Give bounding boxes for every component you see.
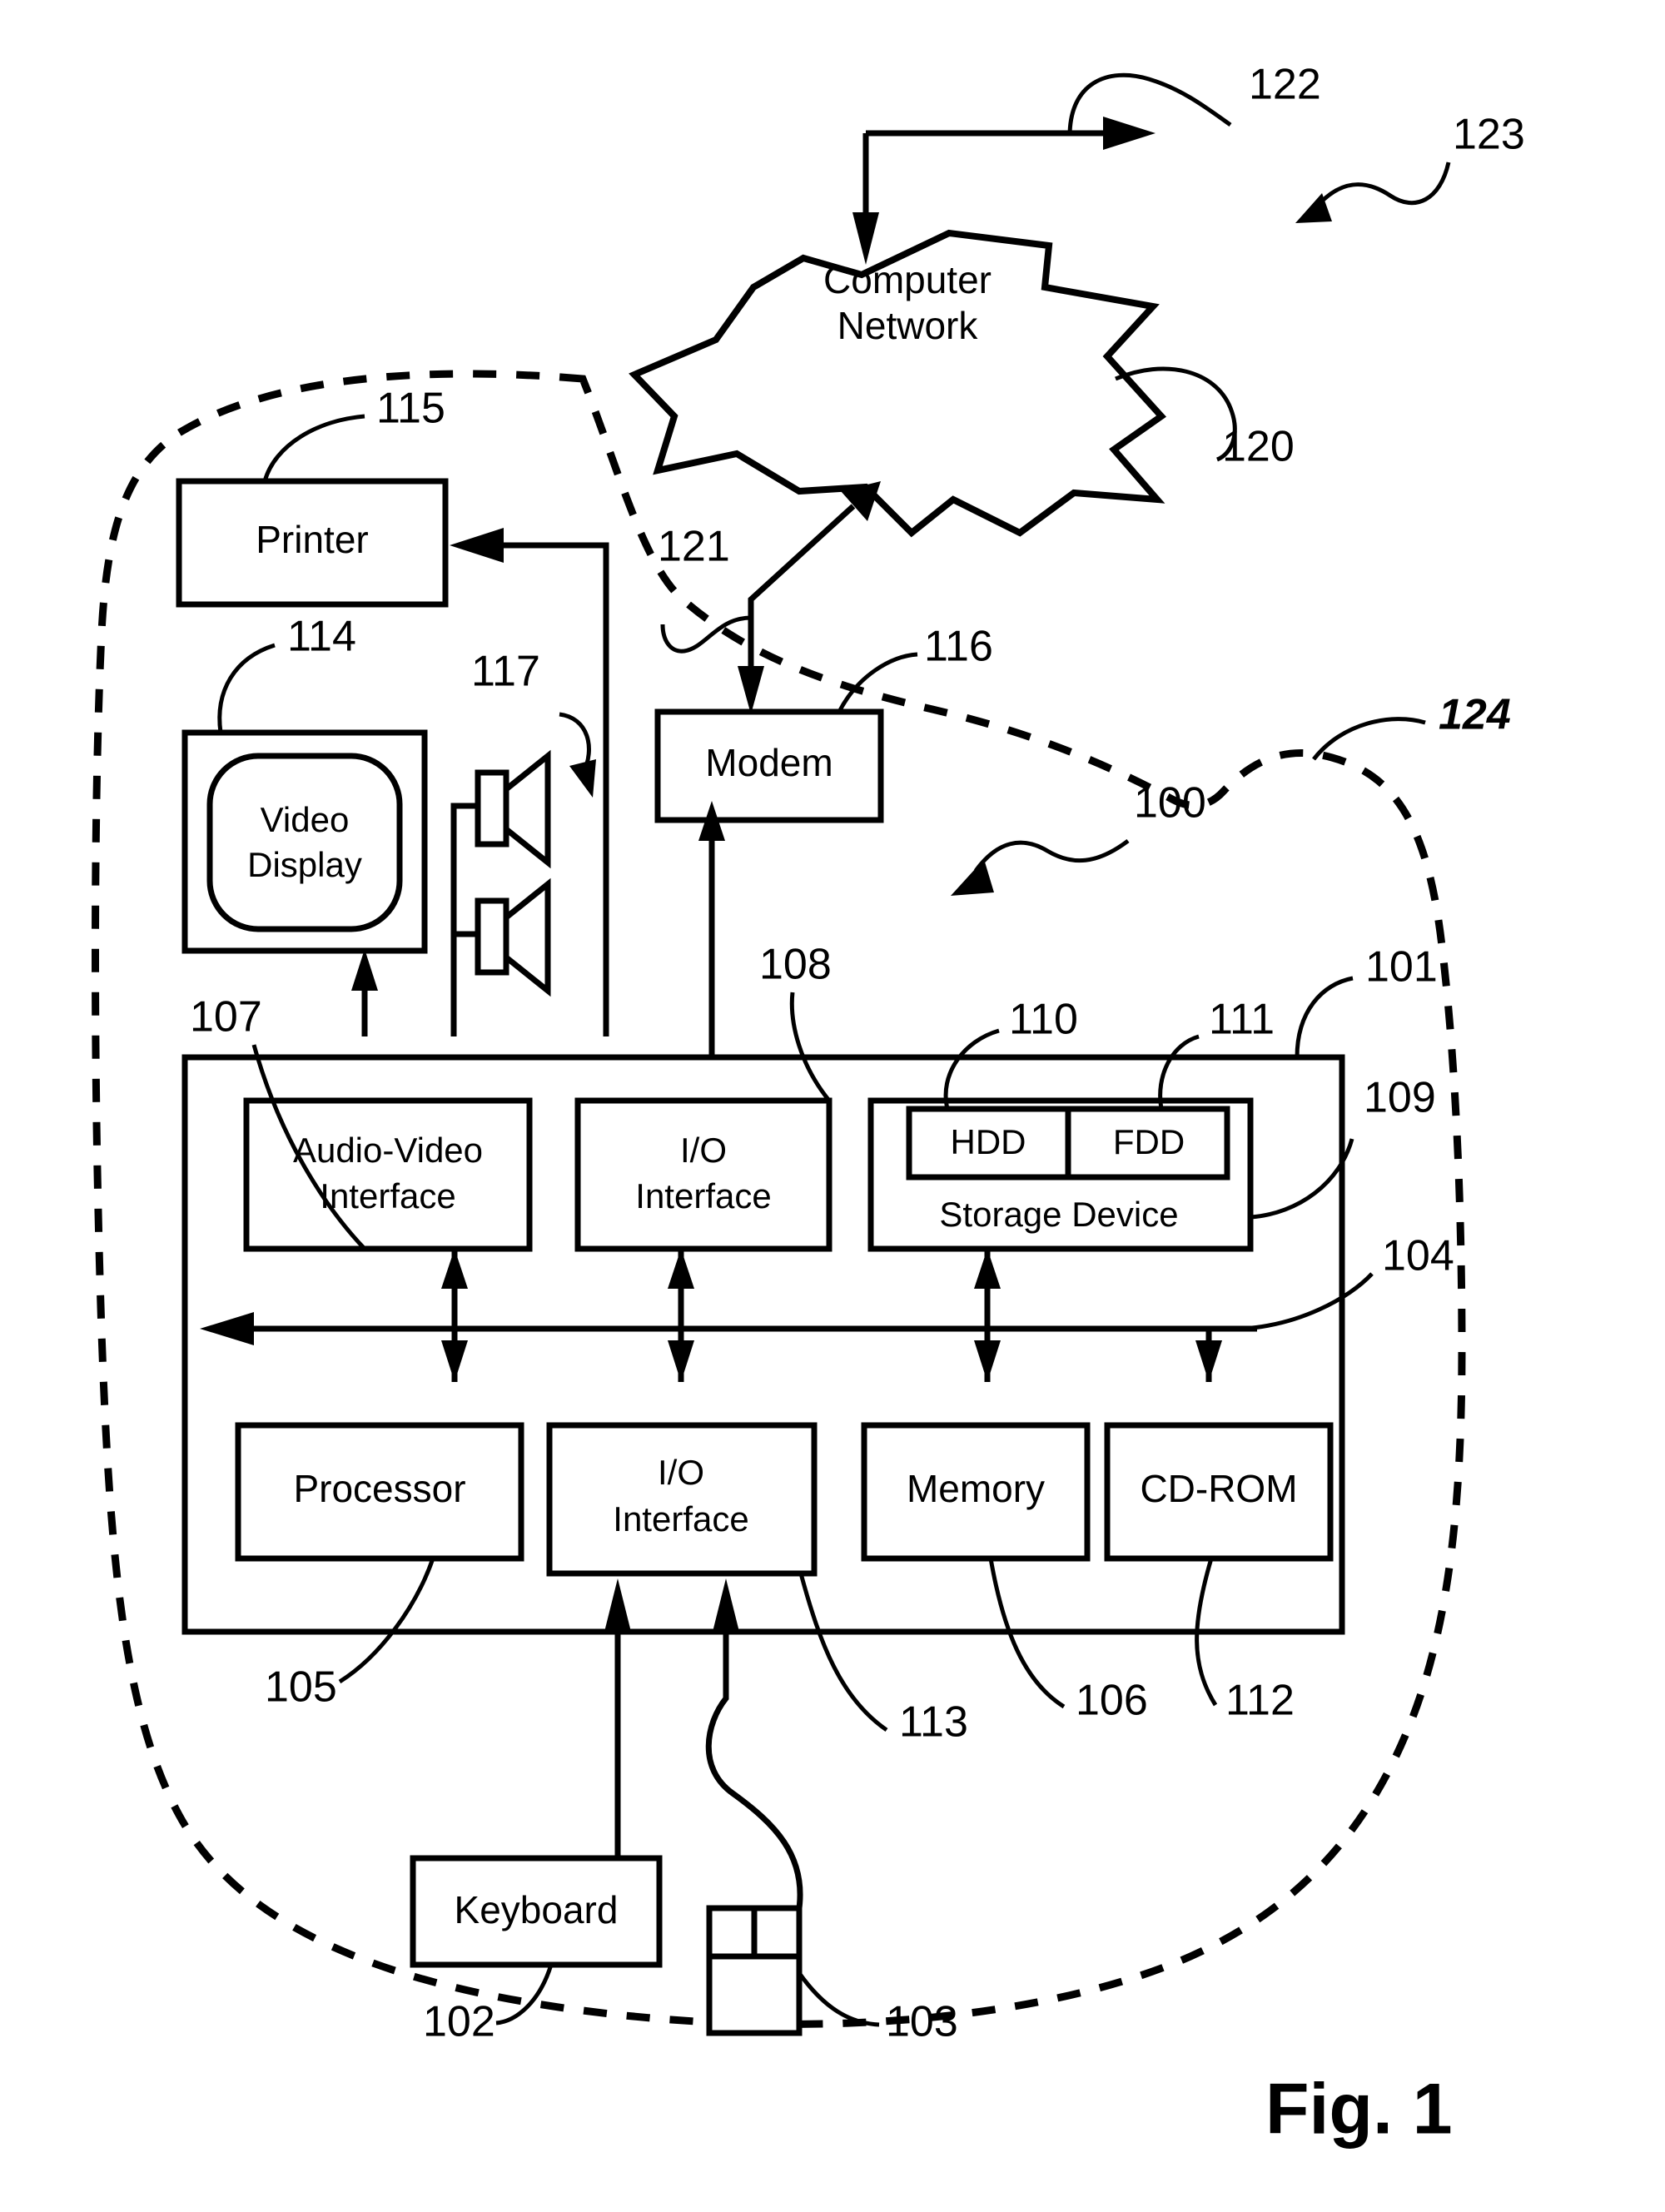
- hdd-label: HDD: [951, 1122, 1026, 1161]
- printer-box: Printer: [176, 478, 449, 608]
- video-feed-line: [351, 949, 378, 1036]
- leader-114: 114: [217, 613, 356, 733]
- processor-label: Processor: [293, 1467, 465, 1510]
- io-interface-top-label-line2: Interface: [635, 1176, 771, 1215]
- ref-num-115: 115: [376, 385, 445, 433]
- arrowhead-117: [569, 759, 596, 798]
- leader-115: 115: [262, 385, 445, 482]
- speaker-icons: [450, 749, 551, 1036]
- figure-caption: Fig. 1: [1265, 2070, 1453, 2150]
- audio-video-interface-box: Audio-Video Interface: [243, 1097, 533, 1252]
- video-display: Video Display: [181, 729, 428, 954]
- arrowhead-100: [951, 859, 994, 896]
- ref-num-116: 116: [924, 623, 993, 671]
- av-interface-label-line1: Audio-Video: [293, 1131, 483, 1170]
- speaker-lower-body: [475, 897, 509, 976]
- computer-network-cloud: Computer Network: [629, 229, 1166, 538]
- patent-figure-page: Computer Network 122 123 120 Printer 115…: [0, 0, 1665, 2212]
- leader-102: 102: [423, 1964, 554, 2046]
- ref-num-121: 121: [658, 523, 730, 571]
- cdrom-label: CD-ROM: [1140, 1467, 1297, 1510]
- io-interface-top-label-line1: I/O: [680, 1131, 727, 1170]
- leader-123: 123: [1295, 111, 1525, 223]
- arrowhead-video-display: [351, 949, 378, 991]
- leader-124: 124: [1312, 691, 1511, 761]
- speaker-upper-cone: [503, 749, 551, 869]
- arrowhead-to-modem: [738, 666, 764, 714]
- ref-num-123: 123: [1453, 111, 1525, 159]
- printer-label: Printer: [256, 518, 368, 561]
- ref-num-122: 122: [1249, 61, 1321, 109]
- io-interface-bottom-box: I/O Interface: [546, 1422, 818, 1577]
- ref-num-109: 109: [1364, 1074, 1436, 1122]
- ref-num-107: 107: [190, 993, 262, 1041]
- storage-device-box: HDD FDD Storage Device: [867, 1097, 1254, 1252]
- figure-canvas: Computer Network 122 123 120 Printer 115…: [92, 61, 1525, 2150]
- ref-num-100: 100: [1134, 779, 1206, 828]
- modem-label: Modem: [705, 741, 832, 784]
- keyboard-label: Keyboard: [455, 1888, 619, 1931]
- fdd-label: FDD: [1113, 1122, 1185, 1161]
- ref-num-117: 117: [471, 648, 540, 696]
- ref-num-105: 105: [265, 1663, 337, 1712]
- cloud-label-line2: Network: [837, 304, 979, 347]
- arrowhead-printer: [450, 528, 504, 563]
- memory-box: Memory: [861, 1422, 1091, 1562]
- io-interface-bottom-label-line2: Interface: [613, 1499, 748, 1538]
- mouse-body: [706, 1953, 803, 2036]
- cloud-label-line1: Computer: [823, 258, 992, 301]
- io-interface-bottom-label-line1: I/O: [658, 1453, 704, 1492]
- ref-num-112: 112: [1225, 1677, 1295, 1725]
- mouse-icon: [705, 1578, 803, 2036]
- leader-103: 103: [797, 1971, 958, 2046]
- keyboard-box: Keyboard: [410, 1578, 663, 1968]
- io-interface-top-box: I/O Interface: [574, 1097, 832, 1252]
- ref-num-113: 113: [899, 1698, 968, 1747]
- cdrom-box: CD-ROM: [1104, 1422, 1334, 1562]
- ref-num-104: 104: [1382, 1232, 1454, 1280]
- ref-num-124: 124: [1439, 691, 1511, 739]
- video-display-label-line1: Video: [261, 800, 350, 839]
- ref-num-114: 114: [287, 613, 356, 661]
- ref-num-120: 120: [1222, 423, 1295, 471]
- ref-num-110: 110: [1009, 996, 1078, 1044]
- memory-label: Memory: [907, 1467, 1045, 1510]
- speaker-lower-cone: [503, 877, 551, 997]
- ref-num-108: 108: [759, 941, 832, 989]
- modem-network-link: [738, 481, 881, 714]
- video-display-label-line2: Display: [247, 845, 362, 884]
- ref-num-106: 106: [1076, 1677, 1148, 1725]
- arrowhead-122: [1103, 117, 1156, 150]
- ref-num-102: 102: [423, 1998, 495, 2046]
- arrowhead-into-cloud: [852, 212, 879, 265]
- speaker-upper-body: [475, 769, 509, 848]
- ref-num-101: 101: [1365, 943, 1438, 992]
- leader-100: 100: [951, 779, 1206, 896]
- modem-box: Modem: [654, 708, 884, 823]
- processor-box: Processor: [235, 1422, 524, 1562]
- storage-device-label: Storage Device: [939, 1195, 1178, 1234]
- leader-101: 101: [1295, 943, 1438, 1058]
- av-interface-label-line2: Interface: [320, 1176, 455, 1215]
- ref-num-103: 103: [886, 1998, 958, 2046]
- leader-116: 116: [837, 623, 993, 713]
- ref-num-111: 111: [1209, 996, 1275, 1044]
